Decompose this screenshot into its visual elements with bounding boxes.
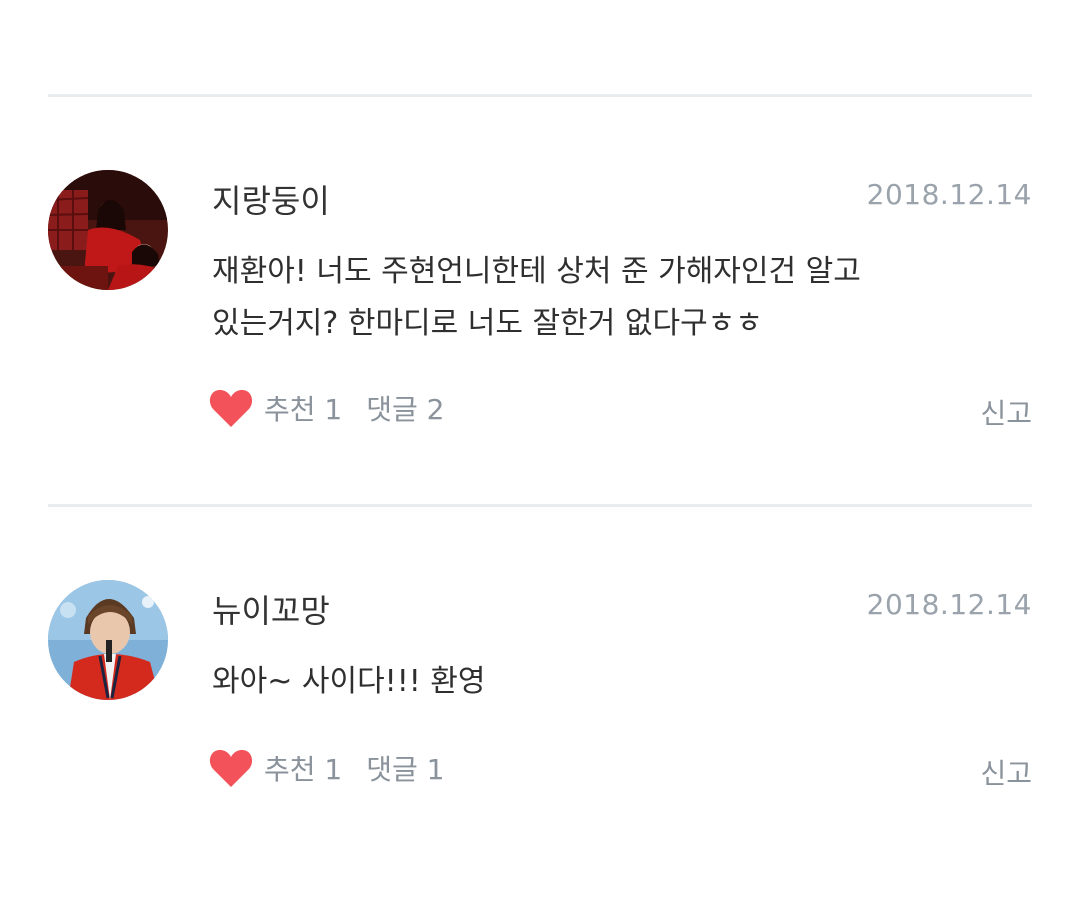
comment-text-line: 재환아! 너도 주현언니한테 상처 준 가해자인건 알고 xyxy=(212,254,861,289)
comment-item: 지랑둥이 2018.12.14 재환아! 너도 주현언니한테 상처 준 가해자인… xyxy=(0,170,1080,490)
like-count[interactable]: 추천 1 xyxy=(264,388,342,428)
comment-date: 2018.12.14 xyxy=(866,588,1032,621)
comment-item: 뉴이꼬망 2018.12.14 와아~ 사이다!!! 환영 추천 1 댓글 1 … xyxy=(0,580,1080,900)
divider xyxy=(48,504,1032,507)
comment-text: 와아~ 사이다!!! 환영 xyxy=(212,656,972,708)
avatar[interactable] xyxy=(48,170,168,290)
reply-count[interactable]: 댓글 1 xyxy=(366,748,444,788)
comment-actions: 추천 1 댓글 1 xyxy=(208,744,445,792)
author-name[interactable]: 지랑둥이 xyxy=(212,176,330,222)
comment-text: 재환아! 너도 주현언니한테 상처 준 가해자인건 알고 있는거지? 한마디로 … xyxy=(212,246,972,350)
heart-icon[interactable] xyxy=(208,387,254,429)
reply-count[interactable]: 댓글 2 xyxy=(366,388,444,428)
avatar[interactable] xyxy=(48,580,168,700)
comment-text-line: 와아~ 사이다!!! 환영 xyxy=(212,664,486,699)
comment-date: 2018.12.14 xyxy=(866,178,1032,211)
comment-actions: 추천 1 댓글 2 xyxy=(208,384,445,432)
report-button[interactable]: 신고 xyxy=(980,752,1032,792)
like-count[interactable]: 추천 1 xyxy=(264,748,342,788)
author-name[interactable]: 뉴이꼬망 xyxy=(212,586,330,632)
report-button[interactable]: 신고 xyxy=(980,392,1032,432)
heart-icon[interactable] xyxy=(208,747,254,789)
comment-text-line: 있는거지? 한마디로 너도 잘한거 없다구ㅎㅎ xyxy=(212,306,763,341)
divider xyxy=(48,94,1032,97)
